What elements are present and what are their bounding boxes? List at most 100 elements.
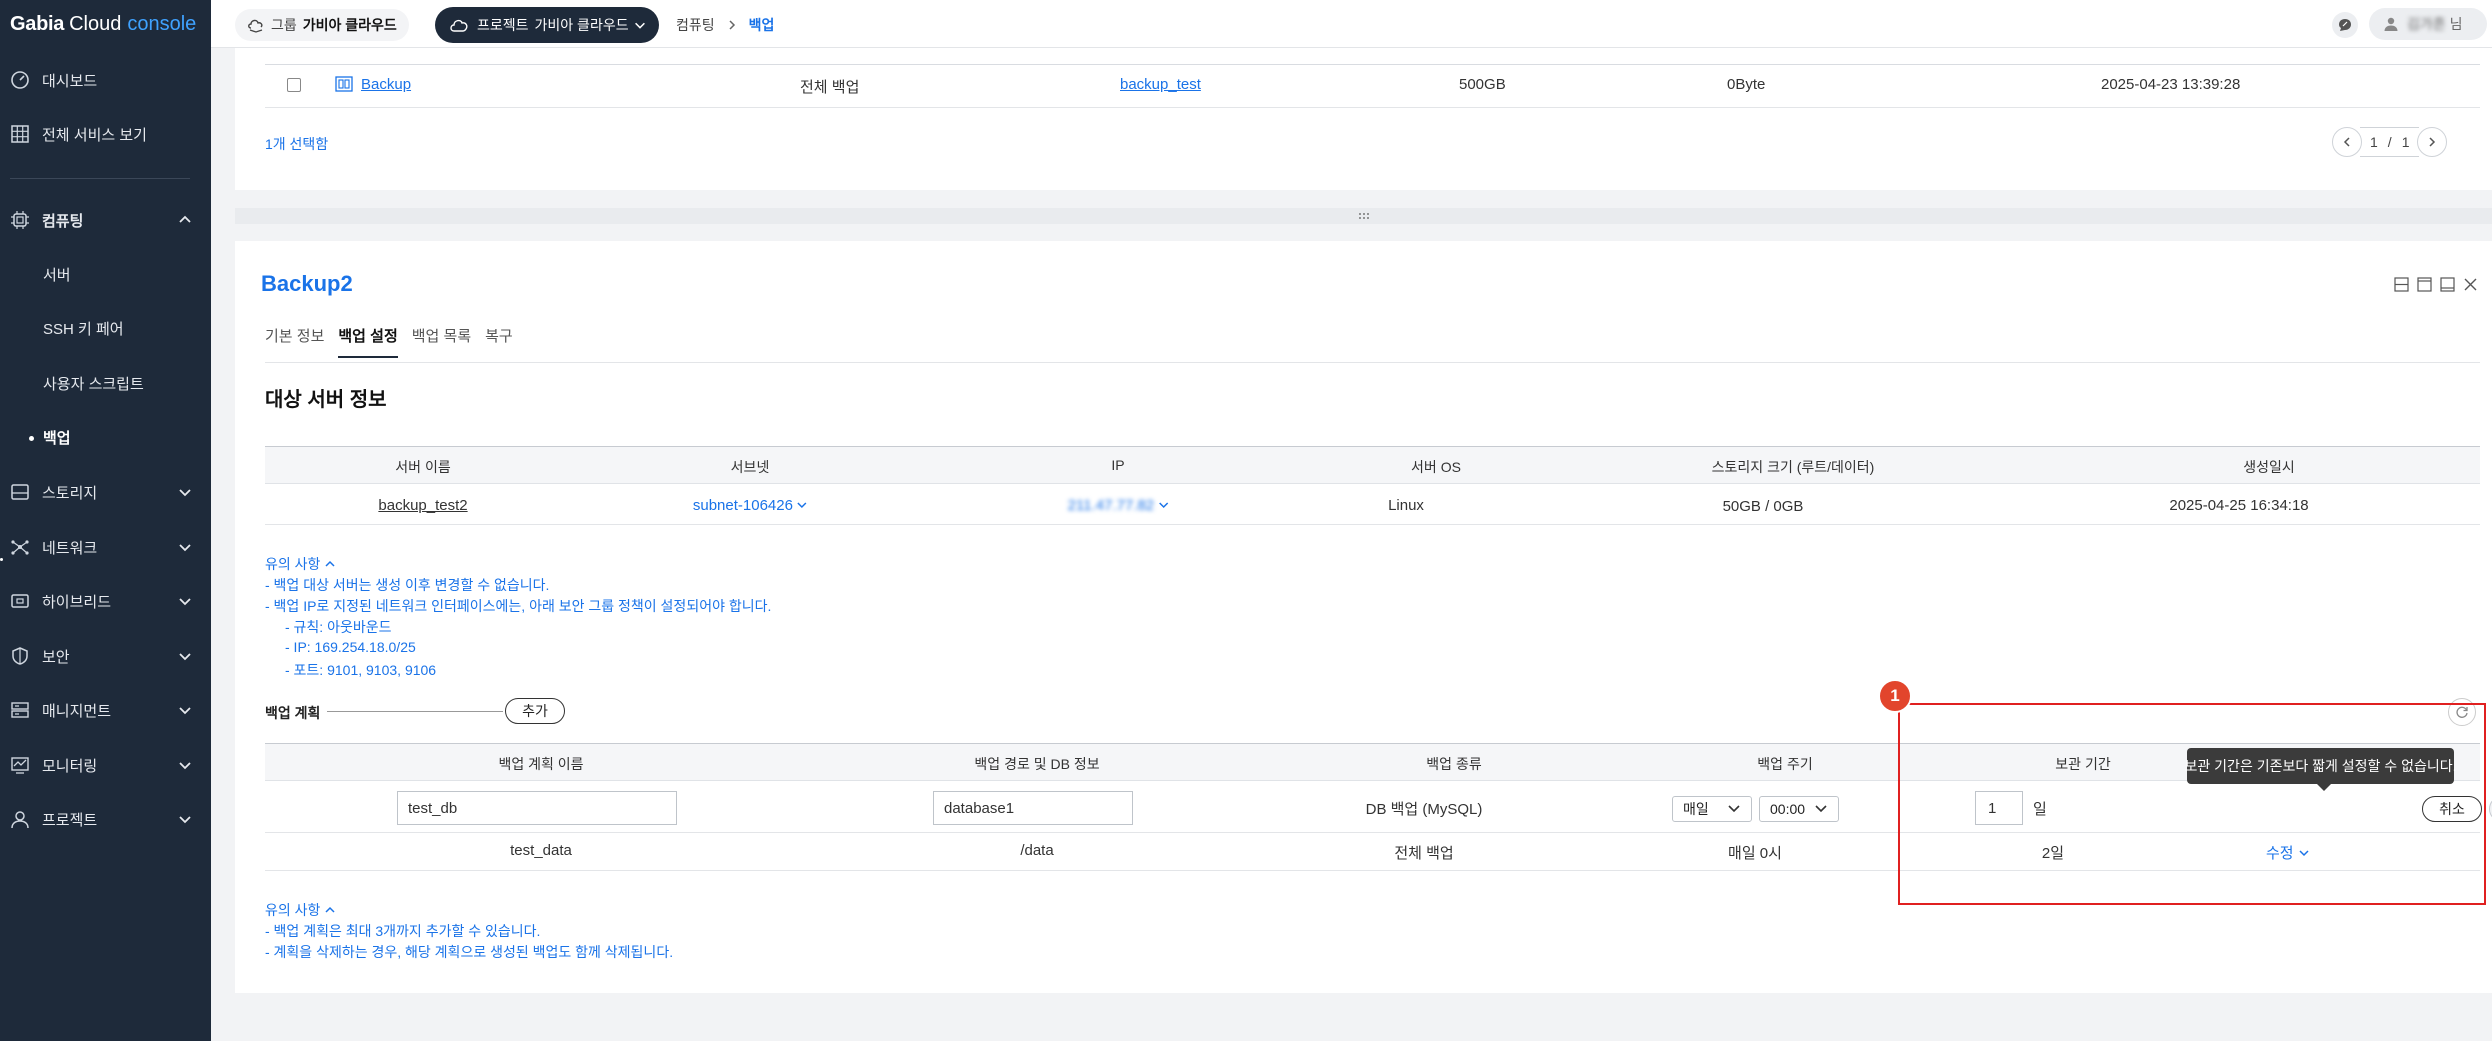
- server-table-header: 서버 이름 서브넷 IP 서버 OS 스토리지 크기 (루트/데이터) 생성일시: [265, 446, 2480, 484]
- shield-icon: [10, 646, 30, 666]
- nav-network[interactable]: 네트워크: [0, 527, 211, 567]
- group-selector[interactable]: 그룹 가비아 클라우드: [235, 9, 409, 41]
- plan-divider: [327, 711, 503, 712]
- plan-row-type: 전체 백업: [1394, 845, 1454, 862]
- project-selector[interactable]: 프로젝트 가비아 클라우드: [435, 7, 659, 43]
- backup-list-panel: Backup 전체 백업 backup_test 500GB 0Byte 202…: [235, 48, 2492, 190]
- sidebar: Gabia Cloud console 대시보드 전체 서비스 보기 컴퓨팅 서버 …: [0, 0, 211, 1041]
- storage-size: 50GB / 0GB: [1722, 498, 1804, 515]
- table-row-border: [265, 524, 2480, 525]
- table-row-border: [265, 107, 2480, 108]
- sidebar-divider: [10, 178, 190, 179]
- cloud-stack-icon: [248, 19, 263, 33]
- chevron-up-icon: [325, 906, 335, 913]
- notice-line: - 규칙: 아웃바운드: [285, 619, 392, 635]
- chevron-right-icon: [2429, 137, 2436, 147]
- logo[interactable]: Gabia Cloud console: [0, 0, 211, 48]
- tab-backup-list[interactable]: 백업 목록: [412, 325, 471, 358]
- close-icon[interactable]: [2463, 277, 2478, 292]
- nav-computing[interactable]: 컴퓨팅: [0, 200, 211, 240]
- tab-restore[interactable]: 복구: [485, 325, 513, 358]
- user-menu[interactable]: 김가흔 님: [2369, 8, 2487, 40]
- nav-project[interactable]: 프로젝트: [0, 799, 211, 839]
- notice-toggle[interactable]: 유의 사항: [265, 900, 336, 920]
- chevron-down-icon: [1158, 502, 1168, 509]
- server-name-link[interactable]: backup_test2: [378, 497, 467, 514]
- nav-dashboard[interactable]: 대시보드: [0, 60, 211, 100]
- chevron-down-icon: [179, 762, 191, 770]
- chevron-down-icon: [179, 544, 191, 552]
- chevron-down-icon: [797, 502, 807, 509]
- next-page-button[interactable]: [2417, 127, 2448, 157]
- row-checkbox[interactable]: [287, 78, 301, 92]
- subnet-dropdown[interactable]: subnet-106426: [693, 497, 807, 514]
- chevron-down-icon: [1815, 805, 1827, 813]
- drag-handle-icon: [1358, 213, 1369, 219]
- chip-icon: [10, 210, 30, 230]
- nav-security[interactable]: 보안: [0, 636, 211, 676]
- chevron-left-icon: [2343, 137, 2350, 147]
- nav-monitoring[interactable]: 모니터링: [0, 745, 211, 785]
- highlight-box: [1898, 703, 2486, 905]
- minimize-panel-icon[interactable]: [2440, 277, 2455, 292]
- sidebar-item-backup[interactable]: 백업: [43, 419, 71, 455]
- table-row-border: [265, 64, 2480, 65]
- plan-row-name: test_data: [510, 842, 572, 859]
- top-header: 그룹 가비아 클라우드 프로젝트 가비아 클라우드 컴퓨팅 백업 김가흔 님: [211, 0, 2492, 48]
- backup-size: 500GB: [1459, 76, 1506, 93]
- plan-path-input[interactable]: database1: [933, 791, 1133, 825]
- tab-backup-settings[interactable]: 백업 설정: [338, 325, 398, 358]
- backup-created: 2025-04-23 13:39:28: [2101, 76, 2241, 93]
- breadcrumb-computing[interactable]: 컴퓨팅: [676, 15, 715, 35]
- backup-name-link[interactable]: Backup: [361, 76, 411, 93]
- section-title-server: 대상 서버 정보: [265, 389, 387, 411]
- step-badge: 1: [1878, 679, 1912, 713]
- backup-target-link[interactable]: backup_test: [1120, 76, 1201, 93]
- plan-name-input[interactable]: test_db: [397, 791, 677, 825]
- nav-storage[interactable]: 스토리지: [0, 472, 211, 512]
- prev-page-button[interactable]: [2332, 127, 2362, 157]
- notice-line: - IP: 169.254.18.0/25: [285, 639, 416, 655]
- dashboard-icon: [10, 70, 30, 90]
- person-icon: [10, 809, 30, 829]
- notice-line: - 백업 IP로 지정된 네트워크 인터페이스에는, 아래 보안 그룹 정책이 …: [265, 598, 772, 614]
- maximize-panel-icon[interactable]: [2417, 277, 2432, 292]
- grid-icon: [10, 124, 30, 144]
- sidebar-item-ssh-keypair[interactable]: SSH 키 페어: [43, 310, 124, 346]
- time-select[interactable]: 00:00: [1759, 796, 1839, 822]
- resize-handle[interactable]: [235, 208, 2492, 224]
- server-created: 2025-04-25 16:34:18: [2169, 497, 2309, 514]
- chevron-right-icon: [729, 20, 735, 30]
- chevron-up-icon: [325, 560, 335, 567]
- chat-button[interactable]: [2332, 12, 2358, 38]
- chat-icon: [2339, 19, 2351, 31]
- ip-dropdown[interactable]: 211.47.77.82: [1068, 497, 1169, 514]
- split-horizontal-icon[interactable]: [2394, 277, 2409, 292]
- nav-management[interactable]: 매니지먼트: [0, 690, 211, 730]
- tab-basic-info[interactable]: 기본 정보: [265, 325, 324, 358]
- add-plan-button[interactable]: 추가: [505, 698, 565, 724]
- nav-hybrid[interactable]: 하이브리드: [0, 581, 211, 621]
- notice-toggle[interactable]: 유의 사항: [265, 554, 336, 574]
- breadcrumb-backup[interactable]: 백업: [749, 15, 775, 35]
- network-icon: [10, 537, 30, 557]
- nav-all-services[interactable]: 전체 서비스 보기: [0, 114, 211, 154]
- chevron-down-icon: [1728, 805, 1740, 813]
- backup-used: 0Byte: [1727, 76, 1766, 93]
- pagination: 1 / 1: [2332, 127, 2448, 157]
- detail-tabs: 기본 정보 백업 설정 백업 목록 복구: [265, 325, 527, 358]
- backup-plan-label: 백업 계획: [265, 705, 321, 721]
- user-icon: [2384, 17, 2398, 31]
- sidebar-item-server[interactable]: 서버: [43, 256, 71, 292]
- chevron-down-icon: [179, 598, 191, 606]
- selected-count: 1개 선택함: [265, 136, 329, 152]
- chevron-down-icon: [179, 707, 191, 715]
- user-name: 김가흔: [2407, 16, 2446, 32]
- page-info: 1 / 1: [2360, 127, 2420, 157]
- plan-row-cycle: 매일 0시: [1728, 845, 1782, 862]
- cycle-select[interactable]: 매일: [1672, 796, 1752, 822]
- chevron-down-icon: [179, 653, 191, 661]
- sidebar-item-user-script[interactable]: 사용자 스크립트: [43, 365, 144, 401]
- notice-line: - 백업 계획은 최대 3개까지 추가할 수 있습니다.: [265, 923, 541, 939]
- backup-type: 전체 백업: [800, 79, 860, 96]
